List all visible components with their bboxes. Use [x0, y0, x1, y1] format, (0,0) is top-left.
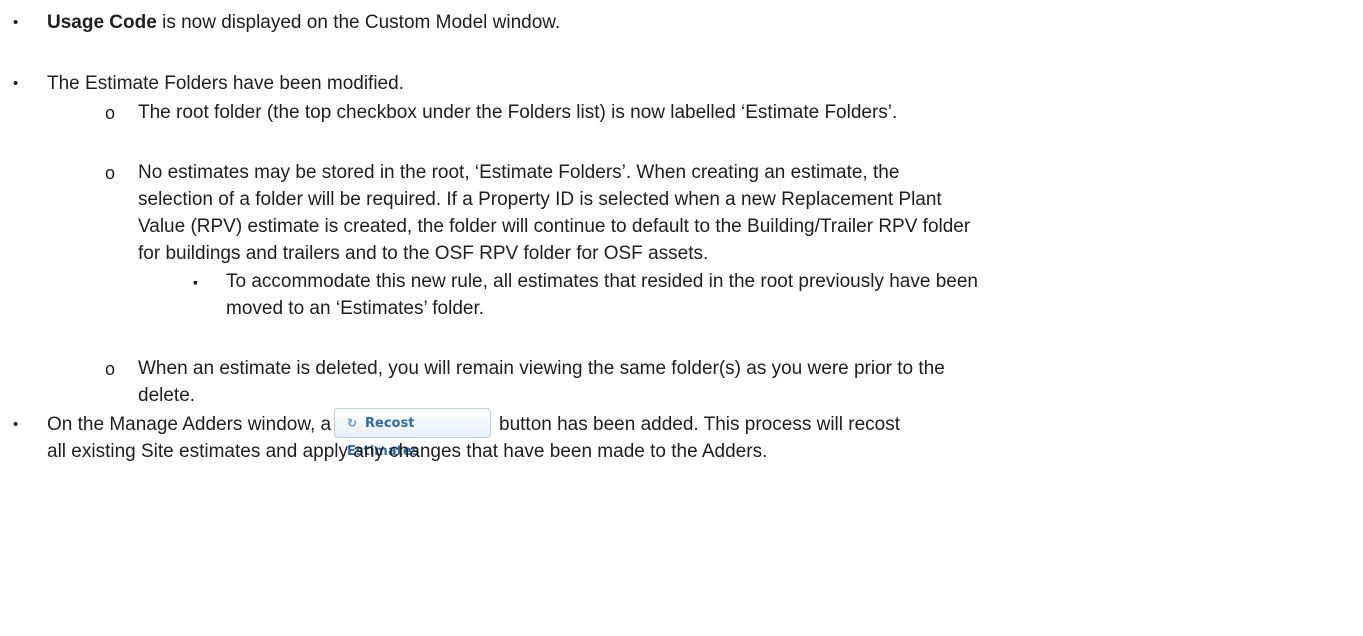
bullet-usage-code: Usage Code is now displayed on the Custo…	[47, 11, 560, 35]
sub-delete-line-1: When an estimate is deleted, you will re…	[138, 358, 945, 379]
sub-no-root-line-1: No estimates may be stored in the root, …	[138, 162, 900, 183]
manage-adders-after: button has been added. This process will…	[499, 414, 900, 435]
sub-sub-accommodate-line-2: moved to an ‘Estimates’ folder.	[226, 298, 485, 319]
bullet-disc: •	[13, 14, 19, 31]
bullet-disc: •	[13, 416, 19, 433]
sub-root-folder: The root folder (the top checkbox under …	[138, 102, 898, 123]
manage-adders-line-2: all existing Site estimates and apply an…	[47, 441, 768, 462]
sub-no-root-line-3: Value (RPV) estimate is created, the fol…	[138, 216, 971, 237]
sub-delete-line-2: delete.	[138, 385, 196, 406]
refresh-icon: ↻	[347, 416, 358, 430]
bullet-square: ▪	[193, 274, 198, 290]
sub-no-root-line-4: for buildings and trailers and to the OS…	[138, 243, 709, 264]
bullet-estimate-folders: The Estimate Folders have been modified.	[47, 73, 404, 94]
bullet-circle: o	[105, 359, 116, 379]
recost-estimates-button[interactable]: ↻ Recost Estimates	[334, 408, 491, 459]
bullet-circle: o	[105, 163, 116, 183]
manage-adders-before: On the Manage Adders window, a	[47, 414, 332, 435]
bullet-disc: •	[13, 75, 19, 92]
usage-code-bold: Usage Code	[47, 12, 157, 33]
sub-no-root-line-2: selection of a folder will be required. …	[138, 189, 942, 210]
bullet-circle: o	[105, 103, 116, 123]
usage-code-rest: is now displayed on the Custom Model win…	[156, 12, 561, 33]
sub-sub-accommodate-line-1: To accommodate this new rule, all estima…	[226, 271, 978, 292]
